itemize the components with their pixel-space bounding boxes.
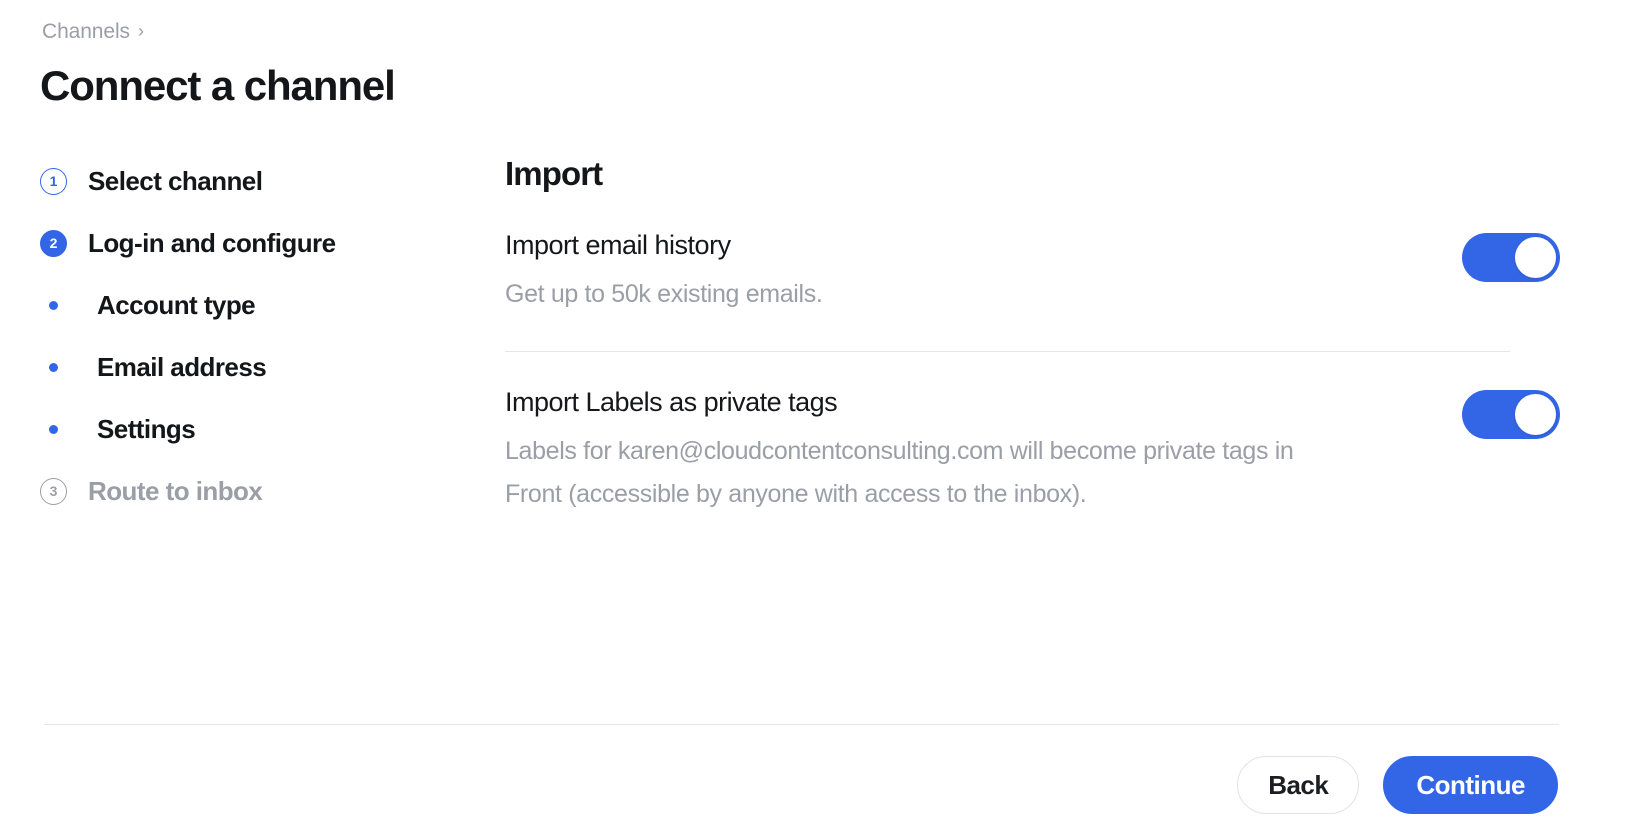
setting-name-import-email-history: Import email history bbox=[505, 230, 731, 260]
connect-channel-page: Channels › Connect a channel 1 Select ch… bbox=[0, 0, 1626, 836]
step-marker: 2 bbox=[40, 229, 76, 257]
step-marker bbox=[40, 424, 76, 434]
step-marker bbox=[40, 300, 76, 310]
section-divider bbox=[505, 351, 1510, 353]
step-select-channel[interactable]: 1 Select channel bbox=[40, 160, 460, 202]
toggle-knob bbox=[1515, 237, 1556, 278]
bullet-icon bbox=[49, 424, 58, 434]
toggle-import-labels-as-private-tags[interactable] bbox=[1462, 390, 1560, 440]
step-marker bbox=[40, 362, 76, 372]
stepper: 1 Select channel 2 Log-in and configure … bbox=[40, 160, 460, 512]
page-title: Connect a channel bbox=[40, 62, 396, 109]
back-button[interactable]: Back bbox=[1237, 756, 1360, 814]
setting-description-import-labels-as-private-tags: Labels for karen@cloudcontentconsulting.… bbox=[505, 437, 1294, 508]
substep-label-email-address: Email address bbox=[97, 351, 267, 382]
step-number-2-icon: 2 bbox=[40, 229, 67, 257]
substep-account-type[interactable]: Account type bbox=[40, 284, 460, 326]
setting-text: Import Labels as private tags Labels for… bbox=[505, 386, 1345, 515]
substep-label-settings: Settings bbox=[97, 413, 196, 444]
setting-row-import-email-history: Import email history Get up to 50k exist… bbox=[505, 229, 1560, 315]
substep-settings[interactable]: Settings bbox=[40, 408, 460, 450]
setting-description-import-email-history: Get up to 50k existing emails. bbox=[505, 279, 823, 308]
footer-divider bbox=[44, 724, 1559, 725]
breadcrumb: Channels › bbox=[42, 20, 144, 44]
substep-email-address[interactable]: Email address bbox=[40, 346, 460, 388]
toggle-knob bbox=[1515, 394, 1556, 436]
substep-label-account-type: Account type bbox=[97, 289, 256, 320]
main-panel: Import Import email history Get up to 50… bbox=[505, 155, 1560, 515]
footer-actions: Back Continue bbox=[1237, 756, 1558, 814]
setting-row-import-labels-as-private-tags: Import Labels as private tags Labels for… bbox=[505, 386, 1560, 515]
step-number-3-icon: 3 bbox=[40, 477, 67, 505]
setting-text: Import email history Get up to 50k exist… bbox=[505, 229, 823, 315]
step-marker: 3 bbox=[40, 477, 76, 505]
section-title-import: Import bbox=[505, 155, 603, 192]
bullet-icon bbox=[49, 300, 58, 310]
step-label-select-channel: Select channel bbox=[88, 165, 263, 196]
step-route-to-inbox: 3 Route to inbox bbox=[40, 470, 460, 512]
step-label-log-in-and-configure: Log-in and configure bbox=[88, 227, 336, 258]
step-number-1-icon: 1 bbox=[40, 167, 67, 195]
bullet-icon bbox=[49, 362, 58, 372]
breadcrumb-link-channels[interactable]: Channels bbox=[42, 20, 130, 44]
step-label-route-to-inbox: Route to inbox bbox=[88, 475, 263, 506]
toggle-import-email-history[interactable] bbox=[1462, 233, 1560, 282]
step-marker: 1 bbox=[40, 167, 76, 195]
chevron-right-icon: › bbox=[137, 21, 144, 41]
continue-button[interactable]: Continue bbox=[1383, 756, 1558, 814]
setting-name-import-labels-as-private-tags: Import Labels as private tags bbox=[505, 387, 838, 418]
step-log-in-and-configure[interactable]: 2 Log-in and configure bbox=[40, 222, 460, 264]
